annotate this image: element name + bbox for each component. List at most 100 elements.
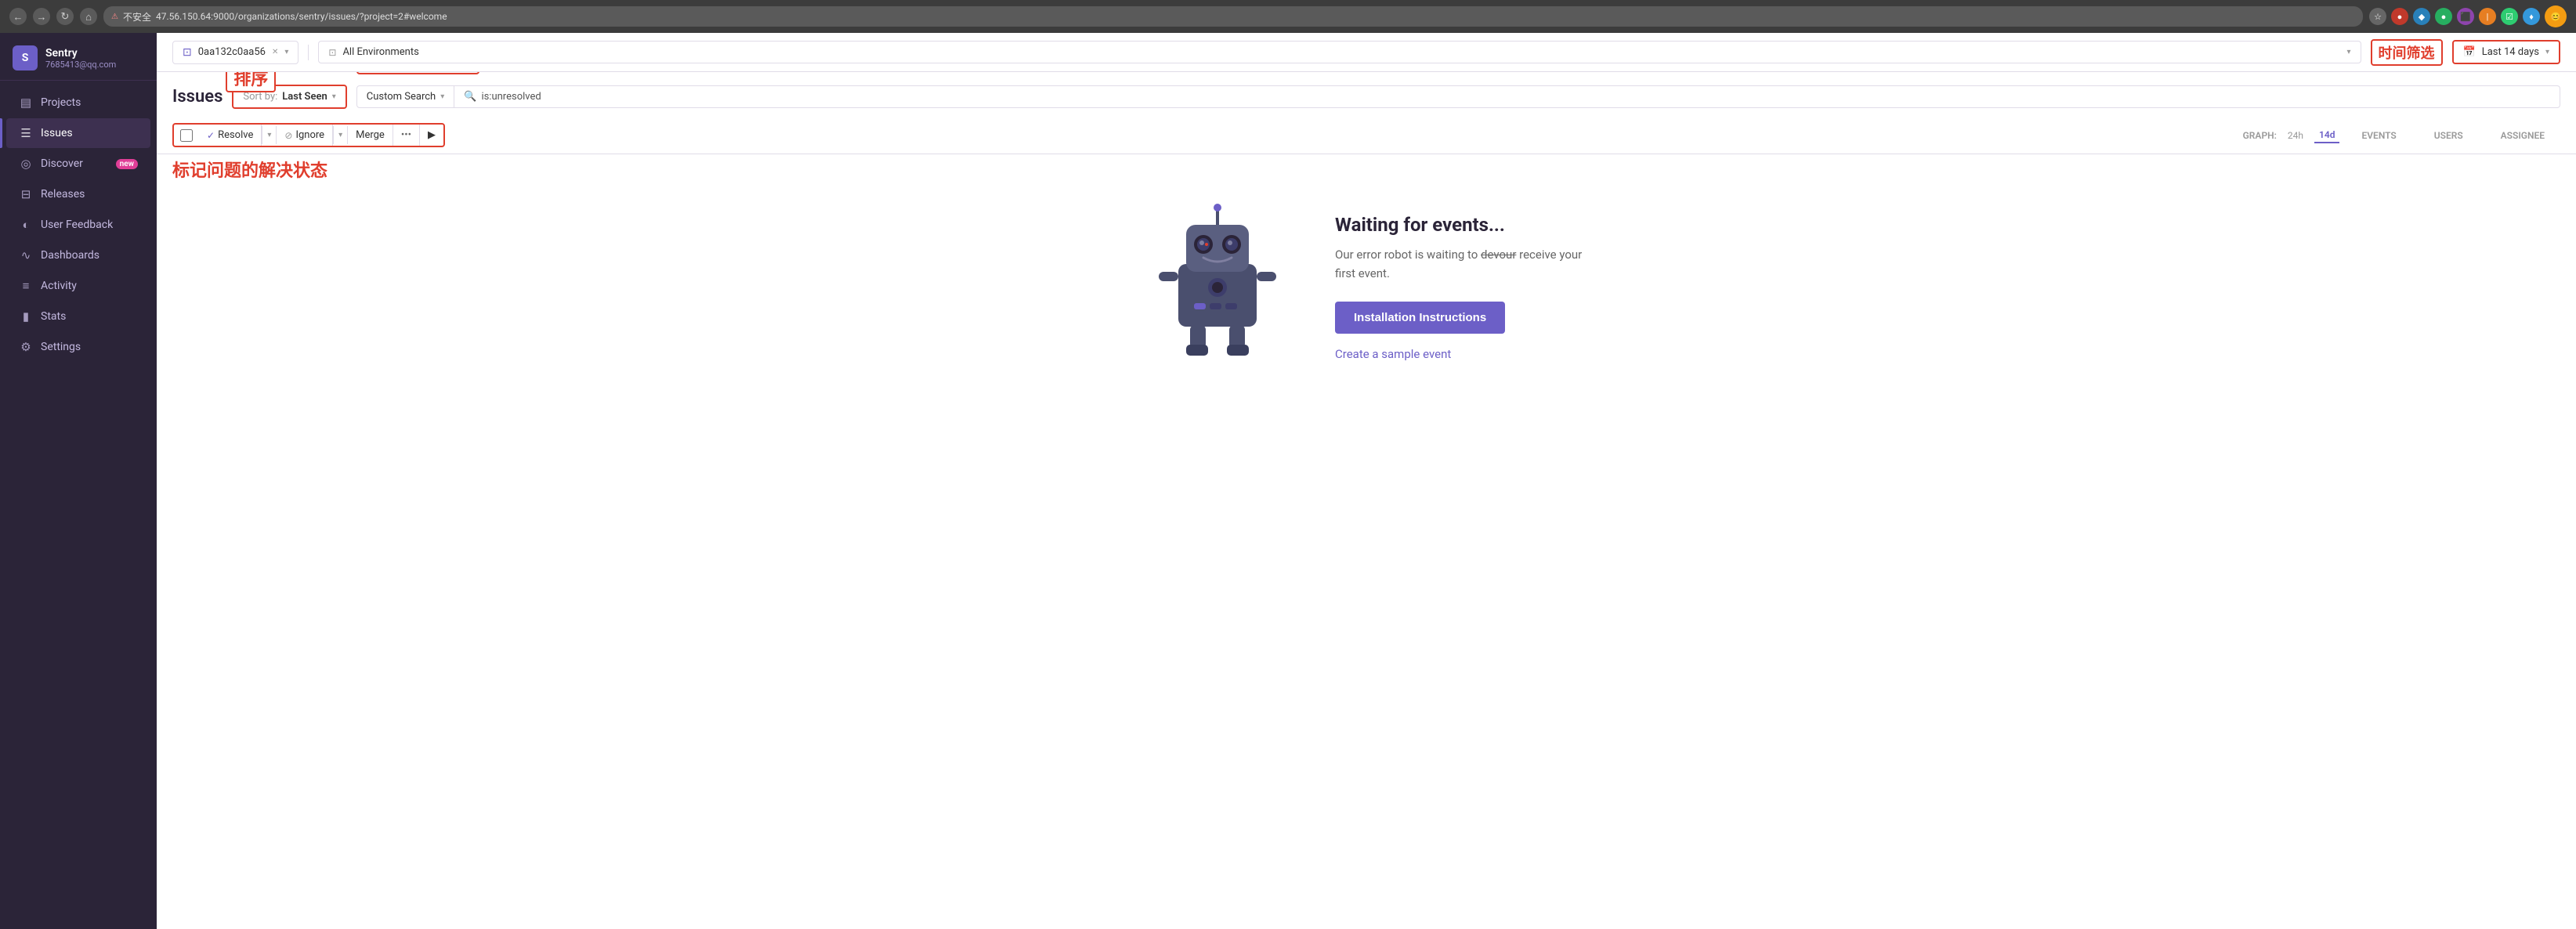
col-assignee: ASSIGNEE bbox=[2485, 130, 2560, 141]
project-selector[interactable]: ⊡ 0aa132c0aa56 ✕ ▾ bbox=[172, 41, 298, 64]
ext-icon-5: ☑ bbox=[2501, 8, 2518, 25]
env-selector[interactable]: ⊡ All Environments ▾ bbox=[318, 41, 2361, 63]
reload-button[interactable]: ↻ bbox=[56, 8, 74, 25]
time-caret-icon[interactable]: ▾ bbox=[2545, 48, 2549, 56]
projects-icon: ▤ bbox=[19, 96, 33, 110]
install-instructions-button[interactable]: Installation Instructions bbox=[1335, 302, 1505, 334]
merge-label: Merge bbox=[356, 129, 385, 141]
sidebar-item-dashboards[interactable]: ∿ Dashboards bbox=[6, 240, 150, 270]
sidebar-label-issues: Issues bbox=[41, 127, 73, 139]
graph-tab-24h[interactable]: 24h bbox=[2283, 128, 2308, 143]
ext-icon-4: | bbox=[2479, 8, 2496, 25]
play-icon: ▶ bbox=[428, 129, 436, 141]
more-icon: ••• bbox=[401, 129, 411, 141]
search-value: is:unresolved bbox=[481, 91, 541, 103]
sort-control[interactable]: 排序 Sort by: Last Seen ▾ bbox=[232, 85, 346, 109]
sidebar-label-stats: Stats bbox=[41, 310, 66, 323]
merge-button[interactable]: Merge bbox=[348, 125, 393, 146]
project-close-icon[interactable]: ✕ bbox=[272, 48, 278, 56]
desc-before: Our error robot is waiting to bbox=[1335, 248, 1481, 262]
top-bar: ⊡ 0aa132c0aa56 ✕ ▾ ⊡ All Environments ▾ … bbox=[157, 33, 2576, 72]
app-layout: S Sentry 7685413@qq.com ▤ Projects ☰ Iss… bbox=[0, 33, 2576, 929]
graph-tab-14d[interactable]: 14d bbox=[2314, 128, 2339, 143]
play-button[interactable]: ▶ bbox=[420, 125, 443, 146]
ext-icon-6: ♦ bbox=[2523, 8, 2540, 25]
home-button[interactable]: ⌂ bbox=[80, 8, 97, 25]
url-text: 47.56.150.64:9000/organizations/sentry/i… bbox=[156, 11, 447, 22]
search-input[interactable]: 🔍 is:unresolved 自定义搜索，例如说：未解决的 bbox=[454, 85, 2560, 108]
custom-search-caret-icon[interactable]: ▾ bbox=[440, 92, 444, 101]
sidebar-item-issues[interactable]: ☰ Issues bbox=[6, 118, 150, 148]
time-annotation-box: 时间筛选 bbox=[2371, 39, 2443, 66]
dashboards-icon: ∿ bbox=[19, 248, 33, 262]
env-caret-icon[interactable]: ▾ bbox=[2346, 48, 2350, 56]
ignore-caret-button[interactable]: ▾ bbox=[333, 126, 348, 144]
sidebar-label-settings: Settings bbox=[41, 341, 81, 353]
forward-button[interactable]: → bbox=[33, 8, 50, 25]
create-sample-event-link[interactable]: Create a sample event bbox=[1335, 347, 1451, 361]
actions-group: ✓ Resolve ▾ ⊘ Ignore ▾ Merge ••• bbox=[172, 123, 445, 147]
robot-illustration bbox=[1147, 201, 1288, 374]
empty-title: Waiting for events... bbox=[1335, 214, 1586, 236]
graph-area: GRAPH: 24h 14d EVENTS USERS ASSIGNEE bbox=[2243, 128, 2560, 143]
select-all-checkbox[interactable] bbox=[180, 129, 193, 142]
action-annotation: 标记问题的解决状态 bbox=[172, 157, 327, 182]
sidebar-label-releases: Releases bbox=[41, 188, 85, 201]
top-bar-separator bbox=[308, 45, 309, 60]
custom-search-annotation: Custom Search bbox=[356, 72, 479, 74]
issues-section: Issues 排序 Sort by: Last Seen ▾ Custom Se… bbox=[157, 72, 2576, 929]
more-button[interactable]: ••• bbox=[393, 125, 420, 146]
ignore-label: Ignore bbox=[295, 129, 324, 141]
user-feedback-icon: ◐ bbox=[19, 218, 33, 232]
col-users: USERS bbox=[2419, 130, 2479, 141]
ext-icon-1: ◆ bbox=[2413, 8, 2430, 25]
org-avatar: S bbox=[13, 45, 38, 70]
sort-caret-icon[interactable]: ▾ bbox=[332, 92, 336, 101]
resolve-label: Resolve bbox=[218, 129, 253, 141]
search-area: Custom Search Custom Search ▾ 🔍 is:unres… bbox=[356, 85, 2560, 108]
page-title: Issues bbox=[172, 87, 223, 107]
user-avatar: 😊 bbox=[2545, 5, 2567, 27]
sidebar: S Sentry 7685413@qq.com ▤ Projects ☰ Iss… bbox=[0, 33, 157, 929]
actions-bar: ✓ Resolve ▾ ⊘ Ignore ▾ Merge ••• bbox=[157, 117, 2576, 154]
col-events: EVENTS bbox=[2346, 130, 2411, 141]
graph-label: GRAPH: bbox=[2243, 130, 2277, 141]
project-caret-icon[interactable]: ▾ bbox=[284, 48, 288, 56]
ext-icon-2: ● bbox=[2435, 8, 2452, 25]
time-annotation-text: 时间筛选 bbox=[2379, 45, 2435, 62]
org-name: Sentry bbox=[45, 47, 116, 60]
sort-annotation: 排序 bbox=[226, 72, 276, 92]
settings-icon: ⚙ bbox=[19, 340, 33, 354]
env-label: All Environments bbox=[342, 46, 418, 58]
org-email: 7685413@qq.com bbox=[45, 60, 116, 70]
sidebar-item-activity[interactable]: ≡ Activity bbox=[6, 271, 150, 301]
star-icon[interactable]: ☆ bbox=[2369, 8, 2386, 25]
empty-state: Waiting for events... Our error robot is… bbox=[157, 154, 2576, 421]
sidebar-header: S Sentry 7685413@qq.com bbox=[0, 33, 157, 81]
discover-icon: ◎ bbox=[19, 157, 33, 171]
sidebar-item-user-feedback[interactable]: ◐ User Feedback bbox=[6, 210, 150, 240]
desc-strikethrough: devour bbox=[1481, 248, 1516, 262]
time-label: Last 14 days bbox=[2482, 46, 2539, 58]
sidebar-item-projects[interactable]: ▤ Projects bbox=[6, 88, 150, 117]
custom-search-button[interactable]: Custom Search ▾ bbox=[356, 85, 454, 108]
check-icon: ✓ bbox=[207, 130, 215, 141]
time-calendar-icon: 📅 bbox=[2463, 46, 2476, 58]
ignore-button[interactable]: ⊘ Ignore bbox=[277, 125, 333, 146]
back-button[interactable]: ← bbox=[9, 8, 27, 25]
search-icon: 🔍 bbox=[464, 91, 476, 103]
sidebar-item-settings[interactable]: ⚙ Settings bbox=[6, 332, 150, 362]
sidebar-label-discover: Discover bbox=[41, 157, 83, 170]
resolve-caret-button[interactable]: ▾ bbox=[262, 126, 277, 144]
address-bar[interactable]: ⚠ 不安全 47.56.150.64:9000/organizations/se… bbox=[103, 6, 2363, 27]
time-selector[interactable]: 📅 Last 14 days ▾ bbox=[2452, 40, 2560, 64]
resolve-button[interactable]: ✓ Resolve bbox=[199, 125, 262, 146]
empty-description: Our error robot is waiting to devour rec… bbox=[1335, 245, 1586, 283]
sidebar-item-releases[interactable]: ⊟ Releases bbox=[6, 179, 150, 209]
sidebar-item-stats[interactable]: ▮ Stats bbox=[6, 302, 150, 331]
ignore-icon: ⊘ bbox=[284, 130, 292, 141]
sort-label: Sort by: bbox=[243, 91, 277, 103]
lock-icon: ⚠ bbox=[111, 13, 118, 21]
sidebar-item-discover[interactable]: ◎ Discover new bbox=[6, 149, 150, 179]
empty-content: Waiting for events... Our error robot is… bbox=[1335, 214, 1586, 361]
